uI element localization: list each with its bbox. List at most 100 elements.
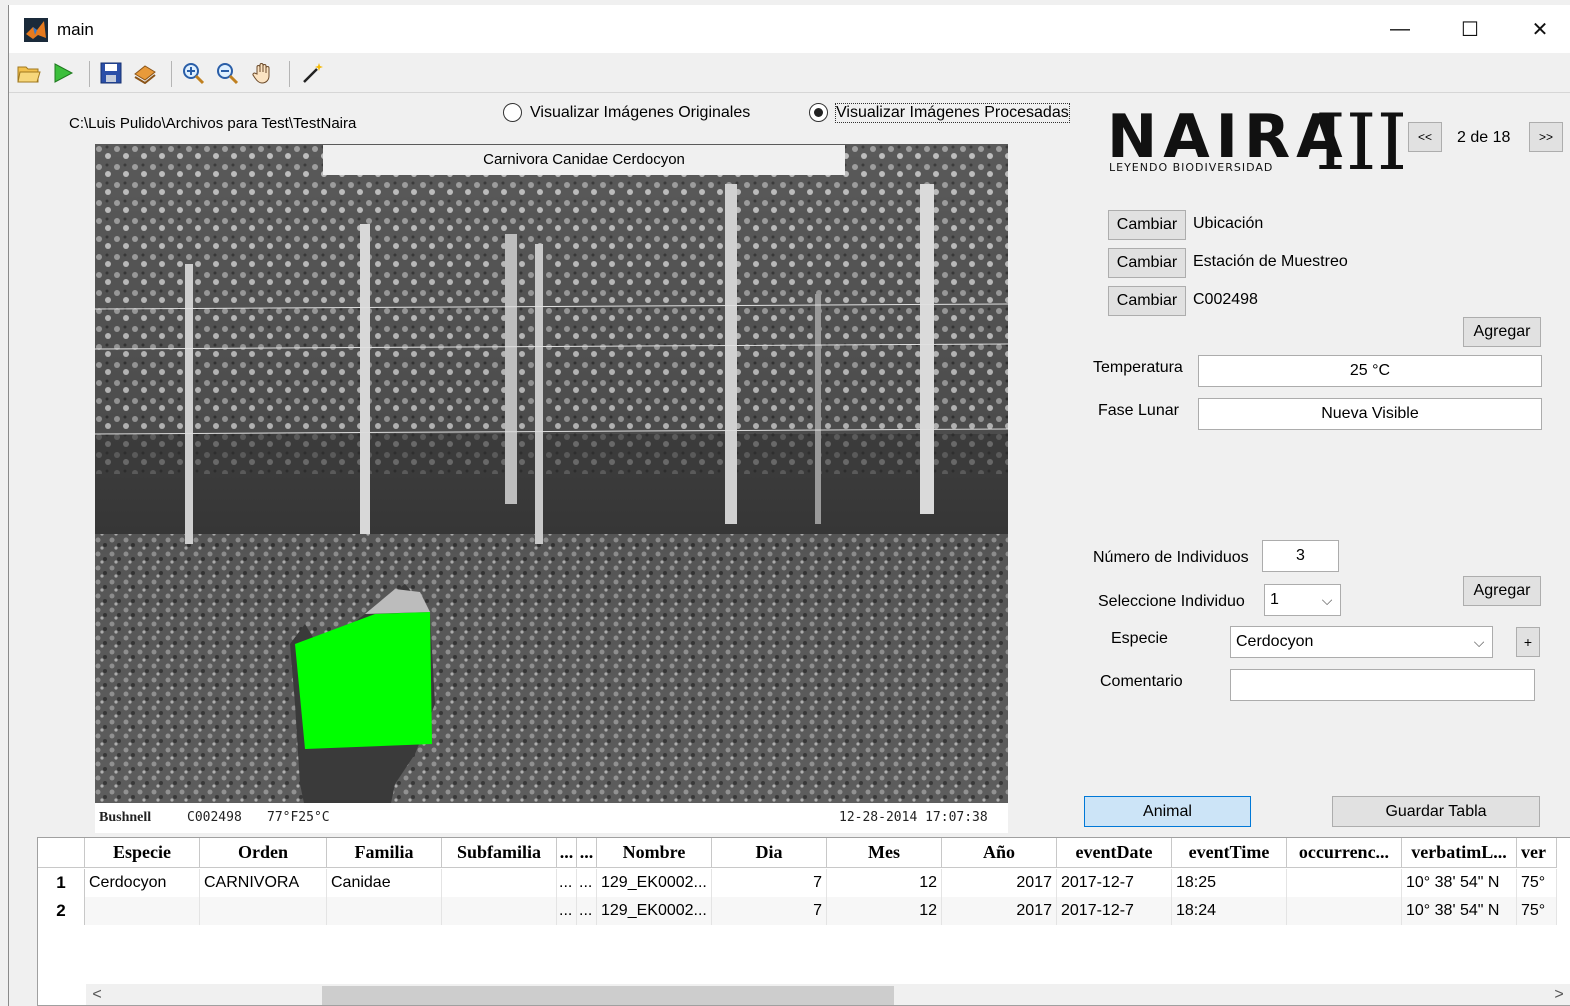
table-cell[interactable]: 129_EK0002... <box>597 897 712 925</box>
scroll-left-icon[interactable]: < <box>86 984 108 1005</box>
add-especie-button[interactable]: + <box>1516 627 1540 657</box>
footer-brand: Bushnell <box>99 810 152 825</box>
table-cell[interactable]: 18:25 <box>1172 869 1287 897</box>
table-cell[interactable]: ... <box>577 897 597 925</box>
table-cell[interactable]: Canidae <box>327 869 442 897</box>
toolbar-separator <box>171 61 172 87</box>
table-cell[interactable] <box>442 869 557 897</box>
minimize-button[interactable]: — <box>1377 13 1423 45</box>
table-cell[interactable]: 2017-12-7 <box>1057 869 1172 897</box>
column-header[interactable]: occurrenc... <box>1287 838 1402 867</box>
next-button[interactable]: >> <box>1529 122 1563 152</box>
table-cell[interactable]: 75° <box>1517 869 1557 897</box>
scroll-right-icon[interactable]: > <box>1548 984 1570 1005</box>
guardar-tabla-button[interactable]: Guardar Tabla <box>1332 796 1540 827</box>
comentario-field[interactable] <box>1230 669 1535 701</box>
agregar-individuo-button[interactable]: Agregar <box>1463 576 1541 606</box>
horizontal-scrollbar[interactable]: < > <box>86 984 1570 1005</box>
table-cell[interactable]: 7 <box>712 869 827 897</box>
column-header[interactable]: eventDate <box>1057 838 1172 867</box>
column-header[interactable]: Orden <box>200 838 327 867</box>
temperatura-field[interactable]: 25 °C <box>1198 355 1542 387</box>
cambiar-estacion-button[interactable]: Cambiar <box>1108 248 1186 278</box>
table-cell[interactable]: 2017-12-7 <box>1057 897 1172 925</box>
close-button[interactable]: ✕ <box>1517 13 1563 45</box>
column-header[interactable]: Especie <box>85 838 200 867</box>
prev-button[interactable]: << <box>1408 122 1442 152</box>
table-cell[interactable]: 12 <box>827 869 942 897</box>
column-header[interactable]: Subfamilia <box>442 838 557 867</box>
column-header[interactable]: ver <box>1517 838 1557 867</box>
run-icon <box>54 63 74 83</box>
column-header[interactable]: ... <box>577 838 597 867</box>
table-cell[interactable]: 2017 <box>942 869 1057 897</box>
radio-original-circle[interactable] <box>503 103 522 122</box>
maximize-button[interactable]: ☐ <box>1447 13 1493 45</box>
table-cell[interactable] <box>85 897 200 925</box>
column-header[interactable]: verbatimL... <box>1402 838 1517 867</box>
column-header[interactable]: Dia <box>712 838 827 867</box>
image-title: Carnivora Canidae Cerdocyon <box>323 145 845 175</box>
table-cell[interactable]: ... <box>557 869 577 897</box>
radio-original[interactable]: Visualizar Imágenes Originales <box>503 103 750 122</box>
save-button[interactable] <box>97 59 125 87</box>
load-button[interactable] <box>131 59 159 87</box>
pan-button[interactable] <box>249 59 277 87</box>
row-header[interactable]: 1 <box>38 869 85 897</box>
table-cell[interactable]: Cerdocyon <box>85 869 200 897</box>
especie-select[interactable]: Cerdocyon ⌵ <box>1230 626 1493 658</box>
table-cell[interactable]: CARNIVORA <box>200 869 327 897</box>
close-icon: ✕ <box>1531 18 1549 41</box>
table-cell[interactable]: 10° 38' 54" N <box>1402 897 1517 925</box>
maximize-icon: ☐ <box>1461 18 1479 41</box>
matlab-icon <box>24 18 48 42</box>
image-footer: Bushnell C002498 77°F25°C 12-28-2014 17:… <box>95 803 1008 833</box>
table-cell[interactable]: 7 <box>712 897 827 925</box>
table-cell[interactable]: 2017 <box>942 897 1057 925</box>
table-cell[interactable] <box>1287 897 1402 925</box>
table-cell[interactable]: 129_EK0002... <box>597 869 712 897</box>
cambiar-ubicacion-button[interactable]: Cambiar <box>1108 210 1186 240</box>
title-bar: main — ☐ ✕ <box>9 5 1570 53</box>
button-label: Cambiar <box>1116 254 1178 271</box>
seleccione-individuo-select[interactable]: 1 ⌵ <box>1264 584 1341 616</box>
column-header[interactable]: eventTime <box>1172 838 1287 867</box>
column-header[interactable]: ... <box>557 838 577 867</box>
table-cell[interactable]: ... <box>577 869 597 897</box>
fase-lunar-field[interactable]: Nueva Visible <box>1198 398 1542 430</box>
table-row[interactable]: 1 Cerdocyon CARNIVORA Canidae ... ... 12… <box>38 869 1557 897</box>
table-cell[interactable]: 75° <box>1517 897 1557 925</box>
zoom-out-button[interactable] <box>213 59 241 87</box>
wand-button[interactable] <box>299 59 327 87</box>
column-header[interactable]: Familia <box>327 838 442 867</box>
column-header[interactable]: Nombre <box>597 838 712 867</box>
button-label: Guardar Tabla <box>1385 802 1487 820</box>
table-cell[interactable]: 10° 38' 54" N <box>1402 869 1517 897</box>
table-cell[interactable]: 12 <box>827 897 942 925</box>
open-folder-button[interactable] <box>15 59 43 87</box>
column-header[interactable]: Mes <box>827 838 942 867</box>
animal-button[interactable]: Animal <box>1084 796 1251 827</box>
table-cell[interactable] <box>442 897 557 925</box>
table-cell[interactable]: 18:24 <box>1172 897 1287 925</box>
table-row[interactable]: 2 ... ... 129_EK0002... 7 12 2017 2017-1… <box>38 897 1557 925</box>
radio-processed[interactable]: Visualizar Imágenes Procesadas <box>809 102 1070 123</box>
cambiar-codigo-button[interactable]: Cambiar <box>1108 286 1186 316</box>
column-header[interactable]: Año <box>942 838 1057 867</box>
scrollbar-thumb[interactable] <box>322 986 894 1005</box>
radio-processed-circle[interactable] <box>809 103 828 122</box>
data-table[interactable]: Especie Orden Familia Subfamilia ... ...… <box>37 837 1570 1006</box>
table-cell[interactable] <box>200 897 327 925</box>
table-cell[interactable] <box>327 897 442 925</box>
table-cell[interactable] <box>1287 869 1402 897</box>
processed-image-render <box>95 144 1008 832</box>
run-button[interactable] <box>49 59 77 87</box>
minimize-icon: — <box>1390 17 1410 40</box>
row-header[interactable]: 2 <box>38 897 85 925</box>
zoom-in-button[interactable] <box>179 59 207 87</box>
agregar-top-button[interactable]: Agregar <box>1463 317 1541 347</box>
numero-individuos-field[interactable]: 3 <box>1262 540 1339 572</box>
table-cell[interactable]: ... <box>557 897 577 925</box>
toolbar <box>9 53 1570 93</box>
save-icon <box>100 62 122 84</box>
